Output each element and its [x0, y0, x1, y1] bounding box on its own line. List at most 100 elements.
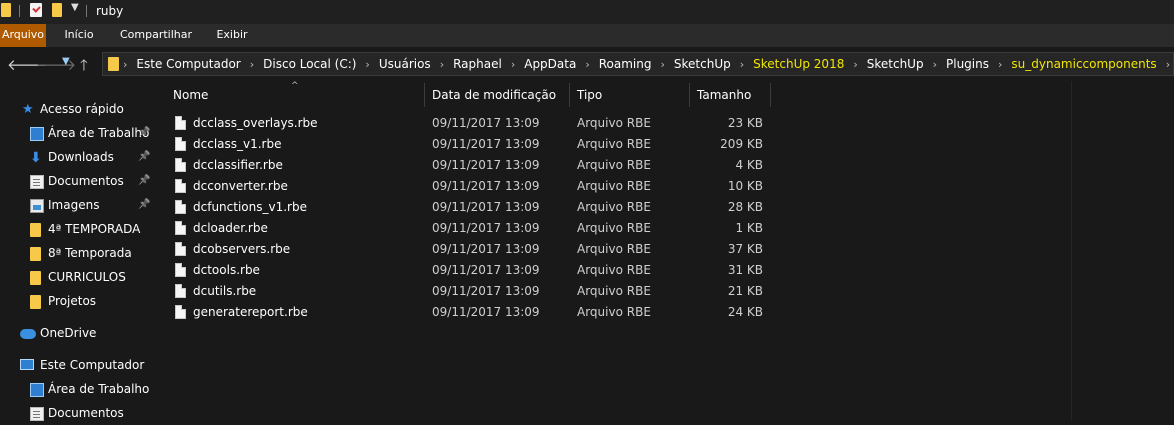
chevron-right-icon[interactable]: › [356, 58, 378, 71]
file-row[interactable]: generatereport.rbe 09/11/2017 13:09 Arquiv… [160, 302, 770, 323]
file-row[interactable]: dcclassifier.rbe 09/11/2017 13:09 Arquivo … [160, 155, 770, 176]
new-folder-icon[interactable] [52, 3, 62, 17]
nav-item[interactable]: Imagens 📌 [0, 195, 153, 217]
file-type: Arquivo RBE [577, 200, 651, 214]
breadcrumb-item[interactable]: SketchUp 2018 [753, 57, 844, 71]
file-date: 09/11/2017 13:09 [432, 179, 540, 193]
nav-item-label: Downloads [48, 150, 114, 164]
chevron-right-icon[interactable]: › [989, 58, 1011, 71]
breadcrumb-item[interactable]: su_dynamiccomponents [1011, 57, 1156, 71]
download-icon: ⬇ [30, 150, 42, 166]
file-row[interactable]: dcconverter.rbe 09/11/2017 13:09 Arquivo R… [160, 176, 770, 197]
nav-item[interactable]: Documentos [0, 403, 153, 425]
breadcrumb-item[interactable]: SketchUp [674, 57, 731, 71]
forward-arrow-icon[interactable]: 🡒 [36, 55, 76, 74]
chevron-right-icon[interactable]: › [731, 58, 753, 71]
file-date: 09/11/2017 13:09 [432, 284, 540, 298]
nav-item[interactable]: ⬇ Downloads 📌 [0, 147, 153, 169]
tab-exibir[interactable]: Exibir [208, 24, 256, 47]
file-size: 10 KB [727, 179, 763, 193]
file-row[interactable]: dcutils.rbe 09/11/2017 13:09 Arquivo RBE 21… [160, 281, 770, 302]
sort-ascending-icon: ^ [291, 81, 299, 91]
nav-item-label: CURRICULOS [48, 270, 126, 284]
nav-item[interactable]: OneDrive [0, 323, 153, 345]
nav-item-label: 8ª Temporada [48, 246, 132, 260]
nav-item-label: 4ª TEMPORADA [48, 222, 141, 236]
nav-item[interactable]: Documentos 📌 [0, 171, 153, 193]
pictures-icon [30, 199, 44, 213]
tab-arquivo[interactable]: Arquivo [0, 24, 46, 47]
recent-locations-icon[interactable]: ▼ [62, 56, 70, 67]
documents-icon [30, 407, 44, 421]
column-divider[interactable] [424, 83, 425, 107]
file-date: 09/11/2017 13:09 [432, 137, 540, 151]
chevron-right-icon[interactable]: › [502, 58, 524, 71]
column-header-size[interactable]: Tamanho [697, 83, 751, 107]
navigation-pane: ★ Acesso rápido Área de Trabalho 📌 ⬇ Download… [0, 81, 153, 421]
nav-item[interactable]: Área de Trabalho [0, 379, 153, 401]
chevron-right-icon[interactable]: › [123, 58, 136, 71]
chevron-right-icon[interactable]: › [241, 58, 263, 71]
tab-compartilhar[interactable]: Compartilhar [113, 24, 199, 47]
breadcrumb-item[interactable]: Plugins [946, 57, 989, 71]
customize-toolbar-icon[interactable]: ▼ [71, 2, 79, 13]
file-name: dcclass_overlays.rbe [193, 116, 318, 130]
nav-item-label: OneDrive [40, 326, 97, 340]
file-type: Arquivo RBE [577, 242, 651, 256]
chevron-right-icon[interactable]: › [652, 58, 674, 71]
folder-icon [30, 295, 41, 309]
tab-inicio[interactable]: Início [56, 24, 102, 47]
file-row[interactable]: dcclass_overlays.rbe 09/11/2017 13:09 Arqu… [160, 113, 770, 134]
breadcrumb-item[interactable]: Roaming [599, 57, 652, 71]
pin-icon[interactable]: 📌 [138, 127, 150, 139]
column-header-date[interactable]: Data de modificação [432, 83, 556, 107]
nav-item[interactable]: Área de Trabalho 📌 [0, 123, 153, 145]
title-bar: ▼ ruby [0, 0, 1174, 24]
column-divider[interactable] [569, 83, 570, 107]
file-row[interactable]: dctools.rbe 09/11/2017 13:09 Arquivo RBE 31… [160, 260, 770, 281]
file-icon [175, 158, 186, 172]
nav-item-label: Documentos [48, 174, 124, 188]
breadcrumb-item[interactable]: Raphael [453, 57, 502, 71]
star-icon: ★ [22, 102, 34, 117]
chevron-right-icon[interactable]: › [844, 58, 866, 71]
column-header-type[interactable]: Tipo [577, 83, 602, 107]
up-arrow-icon[interactable]: 🡑 [80, 55, 88, 80]
nav-item[interactable]: 8ª Temporada [0, 243, 153, 265]
column-header-name[interactable]: Nome [173, 83, 208, 107]
properties-icon[interactable] [30, 3, 42, 17]
chevron-right-icon[interactable]: › [924, 58, 946, 71]
chevron-right-icon[interactable]: › [1157, 58, 1174, 71]
column-divider[interactable] [689, 83, 690, 107]
pin-icon[interactable]: 📌 [138, 199, 150, 211]
file-row[interactable]: dcfunctions_v1.rbe 09/11/2017 13:09 Arquiv… [160, 197, 770, 218]
nav-item-label: Documentos [48, 406, 124, 420]
pin-icon[interactable]: 📌 [138, 175, 150, 187]
nav-item[interactable]: CURRICULOS [0, 267, 153, 289]
nav-item[interactable]: 4ª TEMPORADA [0, 219, 153, 241]
breadcrumb-item[interactable]: AppData [524, 57, 576, 71]
breadcrumb-item[interactable]: SketchUp [867, 57, 924, 71]
breadcrumb: › Este Computador › Disco Local (C:) › Usuári… [123, 53, 1174, 75]
file-size: 21 KB [727, 284, 763, 298]
breadcrumb-item[interactable]: Usuários [379, 57, 431, 71]
nav-item[interactable]: ★ Acesso rápido [0, 99, 153, 121]
file-size: 4 KB [735, 158, 763, 172]
file-row[interactable]: dcloader.rbe 09/11/2017 13:09 Arquivo RBE 1… [160, 218, 770, 239]
column-divider[interactable] [770, 83, 771, 107]
chevron-right-icon[interactable]: › [576, 58, 598, 71]
file-date: 09/11/2017 13:09 [432, 158, 540, 172]
breadcrumb-item[interactable]: Disco Local (C:) [263, 57, 356, 71]
toolbar-divider [86, 5, 87, 17]
nav-item[interactable]: Este Computador [0, 355, 153, 377]
pin-icon[interactable]: 📌 [138, 151, 150, 163]
chevron-right-icon[interactable]: › [431, 58, 453, 71]
file-name: dcobservers.rbe [193, 242, 291, 256]
file-row[interactable]: dcobservers.rbe 09/11/2017 13:09 Arquivo R… [160, 239, 770, 260]
address-bar[interactable]: › Este Computador › Disco Local (C:) › Usuári… [102, 52, 1174, 76]
nav-item[interactable]: Projetos [0, 291, 153, 313]
file-row[interactable]: dcclass_v1.rbe 09/11/2017 13:09 Arquivo RB… [160, 134, 770, 155]
file-name: dcutils.rbe [193, 284, 257, 298]
pane-divider [1071, 81, 1072, 420]
breadcrumb-item[interactable]: Este Computador [136, 57, 240, 71]
